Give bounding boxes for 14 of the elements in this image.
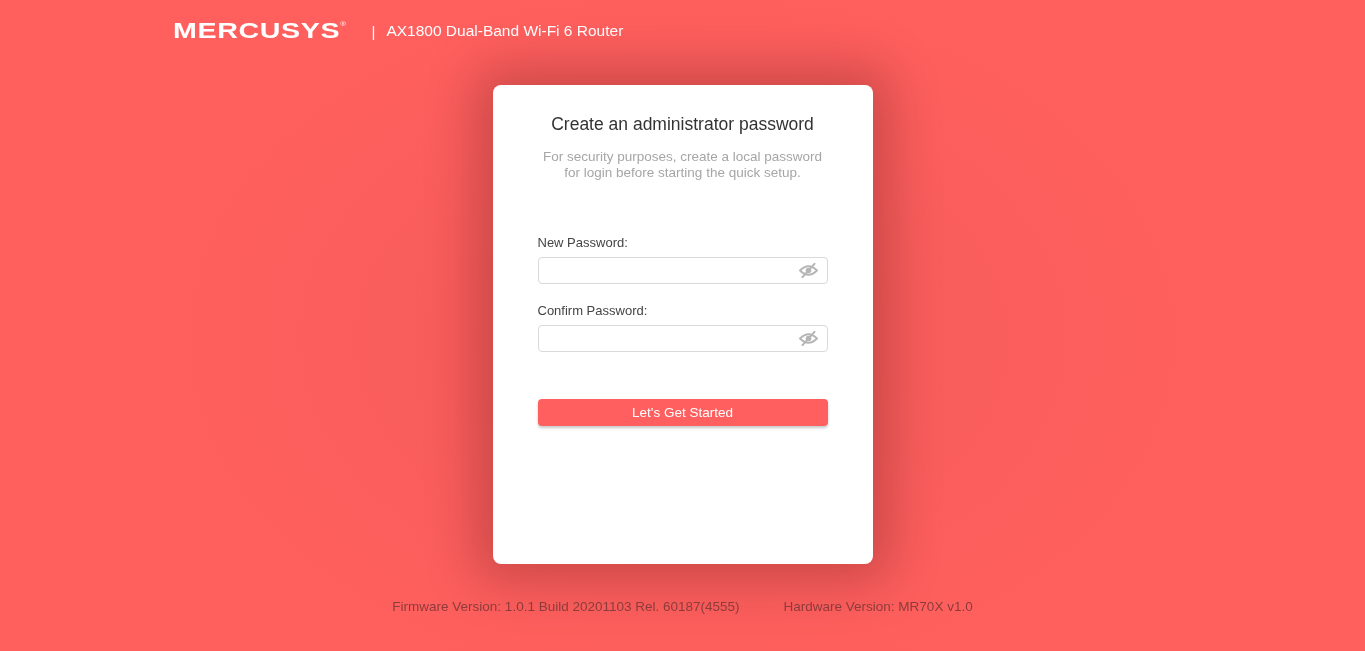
password-field[interactable]	[537, 257, 828, 284]
card-title: Create an administrator password	[550, 114, 815, 134]
field-label: Confirm Password:	[537, 303, 649, 319]
field-label: New Password:	[537, 235, 629, 251]
eye-slash-icon[interactable]	[798, 331, 818, 346]
hardware-version: Hardware Version: MR70X v1.0	[783, 599, 973, 615]
firmware-version: Firmware Version: 1.0.1 Build 20201103 Rel. 60187(4555)	[392, 599, 740, 615]
eye-slash-icon[interactable]	[798, 263, 818, 278]
product-name: AX1800 Dual-Band Wi-Fi 6 Router	[386, 22, 624, 40]
get-started-button[interactable]: Let's Get Started	[537, 399, 828, 426]
header-separator: |	[371, 22, 376, 40]
password-field[interactable]	[537, 325, 828, 352]
card-subtitle: For security purposes, create a local password for login before starting the quick setup.	[541, 149, 824, 181]
brand-logo: MERCUSYS$^{®}$	[172, 20, 347, 42]
